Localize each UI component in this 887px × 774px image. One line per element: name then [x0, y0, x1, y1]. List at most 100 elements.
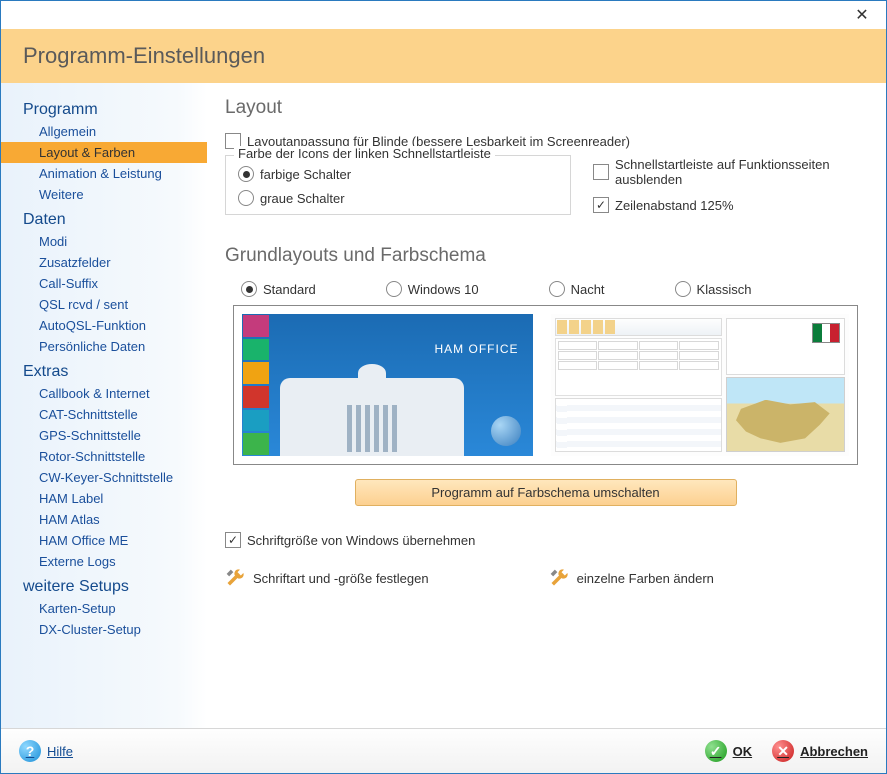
link-set-colors-label: einzelne Farben ändern: [577, 571, 714, 586]
wrench-icon: [225, 568, 245, 588]
sidebar-group-weitere-setups: weitere Setups: [1, 572, 207, 598]
preview-ham-office-label: HAM OFFICE: [435, 342, 519, 356]
sidebar-item-ham-label[interactable]: HAM Label: [1, 488, 207, 509]
globe-icon: [491, 416, 521, 446]
settings-window: ✕ Programm-Einstellungen Programm Allgem…: [0, 0, 887, 774]
help-button[interactable]: ? Hilfe: [19, 740, 73, 762]
dialog-title: Programm-Einstellungen: [23, 43, 265, 68]
section-title-scheme: Grundlayouts und Farbschema: [225, 245, 866, 267]
preview-form-fields: [555, 338, 722, 396]
radio-icon: [241, 281, 257, 297]
checkbox-label: Schriftgröße von Windows übernehmen: [247, 533, 475, 548]
wrench-icon: [549, 568, 569, 588]
sidebar-item-cat[interactable]: CAT-Schnittstelle: [1, 404, 207, 425]
sidebar-item-ham-office-me[interactable]: HAM Office ME: [1, 530, 207, 551]
close-icon: ✕: [855, 5, 868, 25]
sidebar-group-daten: Daten: [1, 205, 207, 231]
radio-icon: [386, 281, 402, 297]
radio-icon: [549, 281, 565, 297]
checkbox-icon: [593, 197, 609, 213]
preview-info-panel: [726, 318, 845, 375]
radio-scheme-klassisch[interactable]: Klassisch: [675, 281, 752, 297]
section-title-layout: Layout: [225, 97, 866, 119]
radio-label: Standard: [263, 282, 316, 297]
radio-scheme-nacht[interactable]: Nacht: [549, 281, 605, 297]
preview-log-window: [551, 314, 850, 456]
radio-label: farbige Schalter: [260, 167, 351, 182]
sidebar-item-rotor[interactable]: Rotor-Schnittstelle: [1, 446, 207, 467]
radio-icon: [238, 166, 254, 182]
ok-button[interactable]: ✓ OK: [705, 740, 753, 762]
sidebar-item-karten-setup[interactable]: Karten-Setup: [1, 598, 207, 619]
dialog-header: Programm-Einstellungen: [1, 29, 886, 83]
scheme-preview: HAM OFFICE: [233, 305, 858, 465]
radio-color-icons[interactable]: farbige Schalter: [238, 166, 558, 182]
sidebar-item-animation-leistung[interactable]: Animation & Leistung: [1, 163, 207, 184]
radio-label: Windows 10: [408, 282, 479, 297]
sidebar-item-qsl-rcvd-sent[interactable]: QSL rcvd / sent: [1, 294, 207, 315]
preview-map: [726, 377, 845, 452]
radio-icon: [238, 190, 254, 206]
sidebar-item-dx-cluster-setup[interactable]: DX-Cluster-Setup: [1, 619, 207, 640]
sidebar-item-zusatzfelder[interactable]: Zusatzfelder: [1, 252, 207, 273]
preview-building-icon: [280, 378, 464, 456]
radio-label: Klassisch: [697, 282, 752, 297]
sidebar-item-allgemein[interactable]: Allgemein: [1, 121, 207, 142]
sidebar-item-autoqsl[interactable]: AutoQSL-Funktion: [1, 315, 207, 336]
preview-tile-column: [242, 314, 270, 456]
help-label: Hilfe: [47, 744, 73, 759]
checkbox-icon: [593, 164, 609, 180]
checkbox-line-spacing[interactable]: Zeilenabstand 125%: [593, 197, 855, 213]
sidebar-item-modi[interactable]: Modi: [1, 231, 207, 252]
group-icon-color-legend: Farbe der Icons der linken Schnellstartl…: [234, 146, 495, 161]
sidebar-item-cw-keyer[interactable]: CW-Keyer-Schnittstelle: [1, 467, 207, 488]
radio-scheme-standard[interactable]: Standard: [241, 281, 316, 297]
checkbox-label: Schnellstartleiste auf Funktionsseiten a…: [615, 157, 855, 187]
cancel-button[interactable]: ✕ Abbrechen: [772, 740, 868, 762]
sidebar-group-extras: Extras: [1, 357, 207, 383]
body-area: Programm Allgemein Layout & Farben Anima…: [1, 83, 886, 728]
link-set-font[interactable]: Schriftart und -größe festlegen: [225, 568, 429, 588]
preview-log-table: [555, 398, 722, 452]
titlebar: ✕: [1, 1, 886, 29]
group-icon-color: Farbe der Icons der linken Schnellstartl…: [225, 155, 571, 215]
sidebar-item-externe-logs[interactable]: Externe Logs: [1, 551, 207, 572]
cancel-icon: ✕: [772, 740, 794, 762]
switch-scheme-button[interactable]: Programm auf Farbschema umschalten: [355, 479, 737, 506]
sidebar-item-persoenliche-daten[interactable]: Persönliche Daten: [1, 336, 207, 357]
switch-scheme-label: Programm auf Farbschema umschalten: [431, 485, 659, 500]
sidebar-item-gps[interactable]: GPS-Schnittstelle: [1, 425, 207, 446]
layout-options-row: Farbe der Icons der linken Schnellstartl…: [225, 155, 866, 227]
layout-right-checks: Schnellstartleiste auf Funktionsseiten a…: [593, 155, 855, 219]
footer-bar: ? Hilfe ✓ OK ✕ Abbrechen: [1, 728, 886, 773]
preview-toolbar: [555, 318, 722, 336]
link-set-font-label: Schriftart und -größe festlegen: [253, 571, 429, 586]
radio-label: Nacht: [571, 282, 605, 297]
check-icon: ✓: [705, 740, 727, 762]
radio-label: graue Schalter: [260, 191, 345, 206]
sidebar-group-programm: Programm: [1, 95, 207, 121]
radio-scheme-windows10[interactable]: Windows 10: [386, 281, 479, 297]
checkbox-hide-quickbar[interactable]: Schnellstartleiste auf Funktionsseiten a…: [593, 157, 855, 187]
help-icon: ?: [19, 740, 41, 762]
close-button[interactable]: ✕: [842, 3, 882, 27]
preview-start-screen: HAM OFFICE: [242, 314, 533, 456]
checkbox-icon: [225, 532, 241, 548]
sidebar-item-callbook-internet[interactable]: Callbook & Internet: [1, 383, 207, 404]
sidebar-item-weitere[interactable]: Weitere: [1, 184, 207, 205]
link-set-colors[interactable]: einzelne Farben ändern: [549, 568, 714, 588]
preview-scene: HAM OFFICE: [270, 314, 533, 456]
scheme-radios: Standard Windows 10 Nacht Klassisch: [241, 281, 866, 297]
checkbox-label: Zeilenabstand 125%: [615, 198, 734, 213]
ok-label: OK: [733, 744, 753, 759]
radio-icon: [675, 281, 691, 297]
sidebar-item-layout-farben[interactable]: Layout & Farben: [1, 142, 207, 163]
content-panel: Layout Layoutanpassung für Blinde (besse…: [207, 83, 886, 728]
sidebar-item-call-suffix[interactable]: Call-Suffix: [1, 273, 207, 294]
sidebar: Programm Allgemein Layout & Farben Anima…: [1, 83, 207, 728]
flag-icon: [812, 323, 840, 343]
radio-gray-icons[interactable]: graue Schalter: [238, 190, 558, 206]
checkbox-inherit-windows-font[interactable]: Schriftgröße von Windows übernehmen: [225, 532, 866, 548]
sidebar-item-ham-atlas[interactable]: HAM Atlas: [1, 509, 207, 530]
cancel-label: Abbrechen: [800, 744, 868, 759]
